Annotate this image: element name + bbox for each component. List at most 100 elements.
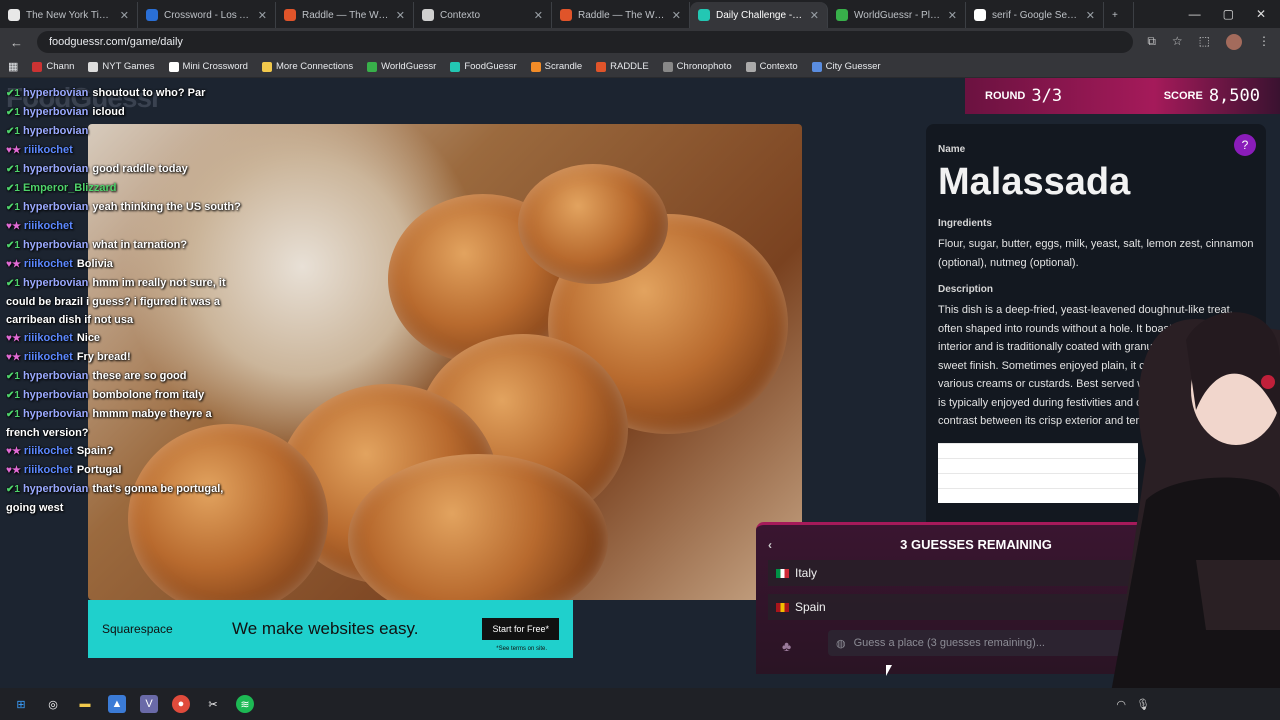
close-window-icon[interactable]: ✕ <box>1256 7 1266 21</box>
windows-icon[interactable]: ⊞ <box>12 695 30 713</box>
bookmark-favicon-icon <box>88 61 99 72</box>
bookmark-10[interactable]: City Guesser <box>811 61 881 72</box>
tab-title: The New York Times <box>26 9 114 21</box>
capcut-icon[interactable]: ✂ <box>204 695 222 713</box>
chat-text: Bolivia <box>76 258 113 270</box>
bookmark-6[interactable]: Scrandle <box>530 61 583 72</box>
bookmark-favicon-icon <box>32 61 43 72</box>
system-tray: ◠ 🎙 <box>1116 698 1150 711</box>
dish-name: Malassada <box>938 161 1131 203</box>
close-tab-icon[interactable]: ✕ <box>120 9 129 22</box>
maximize-icon[interactable]: ▢ <box>1223 7 1234 21</box>
chat-username: riiikochet <box>23 220 73 232</box>
ad-message: We make websites easy. <box>232 619 419 638</box>
vs-icon[interactable]: V <box>140 695 158 713</box>
folder-icon[interactable]: ▬ <box>76 695 94 713</box>
globe-icon: ◍ <box>836 637 846 650</box>
bookmark-favicon-icon <box>367 61 378 72</box>
close-tab-icon[interactable]: ✕ <box>534 9 543 22</box>
chat-username: hyperbovian <box>22 125 89 137</box>
apps-icon[interactable]: ▦ <box>8 60 18 73</box>
bookmark-9[interactable]: Contexto <box>745 61 798 72</box>
taskbar: ⊞ ◎ ▬ ▲ V ● ✂ ≋ ◠ 🎙 <box>0 688 1280 720</box>
new-tab-button[interactable]: + <box>1104 2 1134 28</box>
back-icon[interactable]: ← <box>10 35 23 50</box>
chat-message: ✔1 hyperbovian that's gonna be portugal, g… <box>6 480 246 517</box>
help-icon[interactable]: ? <box>1234 134 1256 156</box>
chat-username: riiikochet <box>23 258 73 270</box>
menu-icon[interactable]: ⋮ <box>1258 34 1270 50</box>
tab-favicon-icon <box>422 9 434 21</box>
bookmark-7[interactable]: RADDLE <box>596 61 649 72</box>
chat-badge-icon: ✔1 <box>6 390 20 401</box>
tab-4[interactable]: Raddle — The Word Tran ✕ <box>552 2 690 28</box>
chat-username: hyperbovian <box>22 408 89 420</box>
tab-favicon-icon <box>8 9 20 21</box>
url-field[interactable]: foodguessr.com/game/daily <box>37 31 1134 53</box>
chat-badge-icon: ✔1 <box>6 278 20 289</box>
hint-icon[interactable]: ♣ <box>782 638 791 654</box>
bookmark-label: Scrandle <box>544 61 583 72</box>
chat-username: riiikochet <box>23 351 73 363</box>
bookmark-label: City Guesser <box>825 61 881 72</box>
chat-username: hyperbovian <box>22 201 89 213</box>
mic-icon[interactable]: 🎙 <box>1136 698 1150 711</box>
bookmark-label: Mini Crossword <box>182 61 248 72</box>
chat-badge-icon: ✔1 <box>6 164 20 175</box>
bookmark-4[interactable]: WorldGuessr <box>367 61 436 72</box>
bookmark-8[interactable]: Chronophoto <box>662 61 732 72</box>
bookmark-favicon-icon <box>261 61 272 72</box>
chrome-icon[interactable]: ● <box>172 695 190 713</box>
round-label: ROUND <box>985 90 1026 102</box>
address-actions: ⧉ ☆ ⬚ ⋮ <box>1147 34 1270 50</box>
chat-text: bombolone from italy <box>92 389 205 401</box>
tab-7[interactable]: serif - Google Search ✕ <box>966 2 1104 28</box>
bookmark-label: FoodGuessr <box>464 61 517 72</box>
close-tab-icon[interactable]: ✕ <box>258 9 267 22</box>
description-heading: Description <box>938 284 994 295</box>
photos-icon[interactable]: ▲ <box>108 695 126 713</box>
chat-message: ✔1 hyperbovian what in tarnation? <box>6 236 246 255</box>
extensions-icon[interactable]: ⬚ <box>1199 34 1210 50</box>
tab-0[interactable]: The New York Times ✕ <box>0 2 138 28</box>
close-tab-icon[interactable]: ✕ <box>396 9 405 22</box>
donut <box>518 164 668 284</box>
bookmark-3[interactable]: More Connections <box>261 61 354 72</box>
spotify-icon[interactable]: ≋ <box>236 695 254 713</box>
star-icon[interactable]: ☆ <box>1172 34 1183 50</box>
chevron-left-icon[interactable]: ‹ <box>768 538 788 552</box>
chat-message: ♥★ riiikochet Portugal <box>6 461 246 480</box>
tab-favicon-icon <box>146 9 158 21</box>
chat-message: ✔1 hyperbovian bombolone from italy <box>6 386 246 405</box>
network-icon[interactable]: ◠ <box>1116 698 1126 711</box>
chat-username: hyperbovian <box>22 239 89 251</box>
bookmark-1[interactable]: NYT Games <box>88 61 155 72</box>
bookmark-label: More Connections <box>275 61 354 72</box>
bookmark-label: Chronophoto <box>676 61 732 72</box>
chat-badge-icon: ✔1 <box>6 88 20 99</box>
tab-2[interactable]: Raddle — The Word Tran ✕ <box>276 2 414 28</box>
close-tab-icon[interactable]: ✕ <box>672 9 681 22</box>
flag-icon <box>776 602 789 612</box>
bookmark-0[interactable]: Chann <box>32 61 74 72</box>
tab-favicon-icon <box>698 9 710 21</box>
ad-cta-button[interactable]: Start for Free* <box>482 618 559 640</box>
tab-1[interactable]: Crossword - Los Angeles ✕ <box>138 2 276 28</box>
install-icon[interactable]: ⧉ <box>1147 34 1156 50</box>
tab-5[interactable]: Daily Challenge - FoodGu ✕ <box>690 2 828 28</box>
close-tab-icon[interactable]: ✕ <box>948 9 957 22</box>
profile-avatar[interactable] <box>1226 34 1242 50</box>
minimize-icon[interactable]: — <box>1189 7 1201 21</box>
chat-message: ✔1 hyperbovian good raddle today <box>6 160 246 179</box>
tab-title: Raddle — The Word Tran <box>302 9 390 21</box>
close-tab-icon[interactable]: ✕ <box>810 9 819 22</box>
tab-6[interactable]: WorldGuessr - Play Geog ✕ <box>828 2 966 28</box>
score-label: SCORE <box>1163 90 1203 102</box>
copilot-icon[interactable]: ◎ <box>44 695 62 713</box>
bookmark-2[interactable]: Mini Crossword <box>168 61 248 72</box>
bookmark-5[interactable]: FoodGuessr <box>450 61 517 72</box>
tab-3[interactable]: Contexto ✕ <box>414 2 552 28</box>
bookmark-label: RADDLE <box>610 61 649 72</box>
close-tab-icon[interactable]: ✕ <box>1086 9 1095 22</box>
ingredients-heading: Ingredients <box>938 218 992 229</box>
